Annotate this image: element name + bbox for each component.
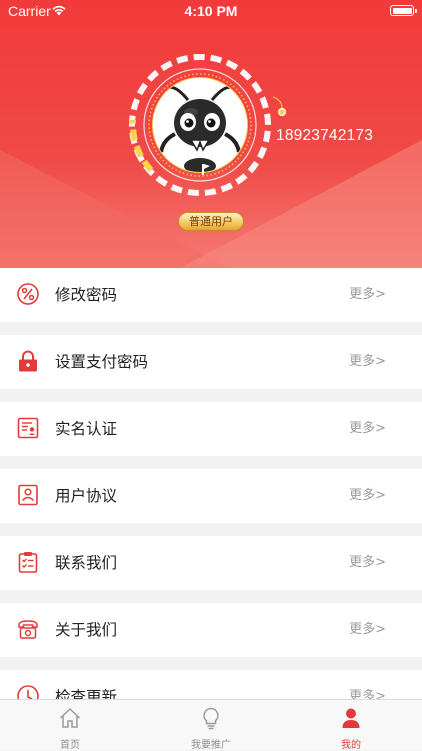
status-bar: Carrier 4:10 PM: [0, 0, 422, 22]
menu-item-contact-us[interactable]: 联系我们 更多>: [0, 536, 422, 590]
tab-label: 我要推广: [191, 740, 231, 751]
lock-icon: [19, 350, 37, 372]
tab-mine[interactable]: 我的: [281, 700, 421, 751]
connector-dot-icon: [272, 96, 287, 117]
menu-item-set-payment-password[interactable]: 设置支付密码 更多>: [0, 335, 422, 389]
home-icon: [59, 707, 81, 728]
ant-mascot-icon: [153, 78, 247, 172]
user-agreement-icon: [18, 484, 38, 506]
more-link[interactable]: 更多>: [349, 536, 386, 590]
bottom-tab-bar: 首页 我要推广 我的: [0, 699, 422, 751]
tab-home[interactable]: 首页: [0, 700, 140, 751]
tab-promote[interactable]: 我要推广: [141, 700, 281, 751]
more-link[interactable]: 更多>: [349, 402, 386, 456]
phone-number: 18923742173: [276, 127, 374, 144]
menu-item-label: 联系我们: [55, 554, 118, 572]
id-card-icon: [17, 417, 39, 439]
telephone-icon: [18, 620, 38, 639]
menu-item-real-name-verification[interactable]: 实名认证 更多>: [0, 402, 422, 456]
lightbulb-icon: [203, 707, 219, 730]
person-icon: [342, 708, 360, 728]
battery-icon: [390, 5, 417, 16]
status-time: 4:10 PM: [184, 3, 238, 19]
menu-item-label: 设置支付密码: [55, 353, 149, 371]
more-link[interactable]: 更多>: [349, 469, 386, 523]
more-link[interactable]: 更多>: [349, 603, 386, 657]
menu-item-user-agreement[interactable]: 用户协议 更多>: [0, 469, 422, 523]
avatar-image: [153, 78, 247, 172]
avatar[interactable]: [125, 50, 275, 200]
menu-item-about-us[interactable]: 关于我们 更多>: [0, 603, 422, 657]
tab-label: 首页: [60, 740, 80, 751]
tab-label: 我的: [341, 740, 361, 751]
menu-item-label: 实名认证: [55, 420, 118, 438]
clipboard-icon: [18, 552, 38, 573]
menu-item-label: 修改密码: [55, 286, 118, 304]
more-link[interactable]: 更多>: [349, 335, 386, 389]
profile-header: Carrier 4:10 PM 18923742173 普通用户: [0, 0, 422, 268]
menu-item-label: 用户协议: [55, 487, 118, 505]
percent-icon: [17, 283, 39, 305]
menu-item-label: 关于我们: [55, 621, 118, 639]
menu-item-change-password[interactable]: 修改密码 更多>: [0, 268, 422, 322]
rank-flag-icon: [202, 164, 210, 175]
more-link[interactable]: 更多>: [349, 268, 386, 322]
user-level-badge: 普通用户: [178, 212, 244, 231]
